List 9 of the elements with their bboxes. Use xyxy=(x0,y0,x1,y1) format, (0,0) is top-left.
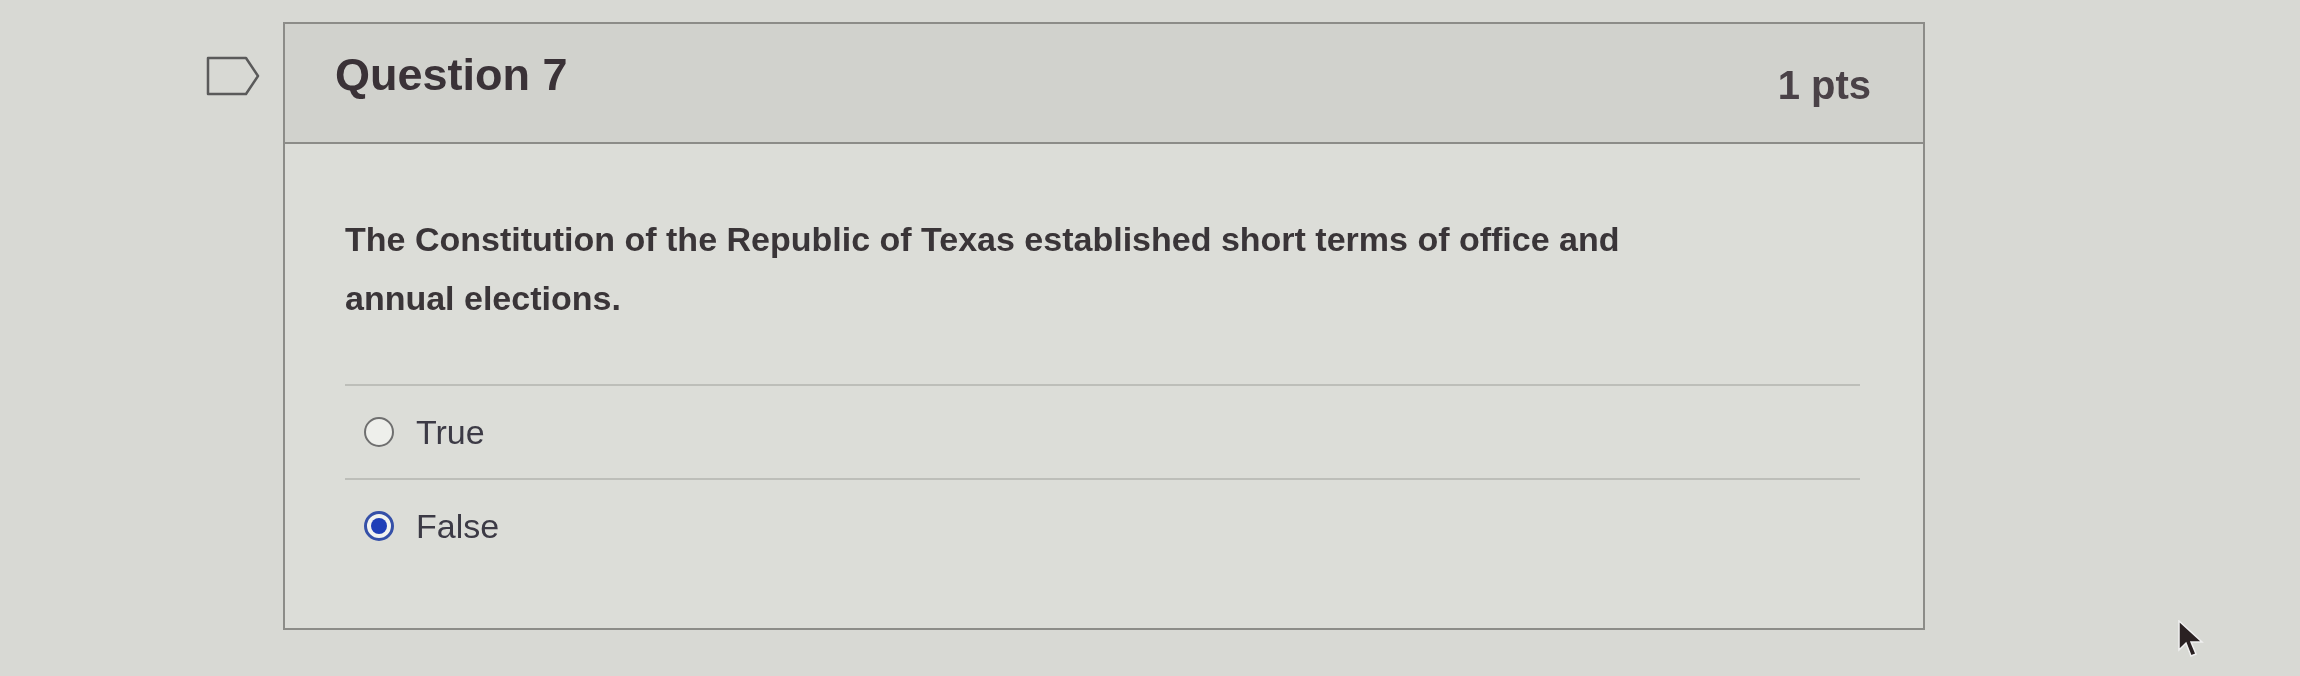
question-text: The Constitution of the Republic of Texas established short terms of office and annual elections. xyxy=(345,219,1621,319)
radio-button[interactable] xyxy=(364,511,394,541)
flag-icon[interactable] xyxy=(206,56,260,96)
question-title: Question 7 xyxy=(335,48,568,103)
answer-label[interactable]: False xyxy=(416,500,500,552)
question-points: 1 pts xyxy=(1777,62,1871,109)
mouse-pointer-icon xyxy=(2178,620,2204,658)
answer-label[interactable]: True xyxy=(416,406,485,458)
radio-button[interactable] xyxy=(364,417,394,447)
